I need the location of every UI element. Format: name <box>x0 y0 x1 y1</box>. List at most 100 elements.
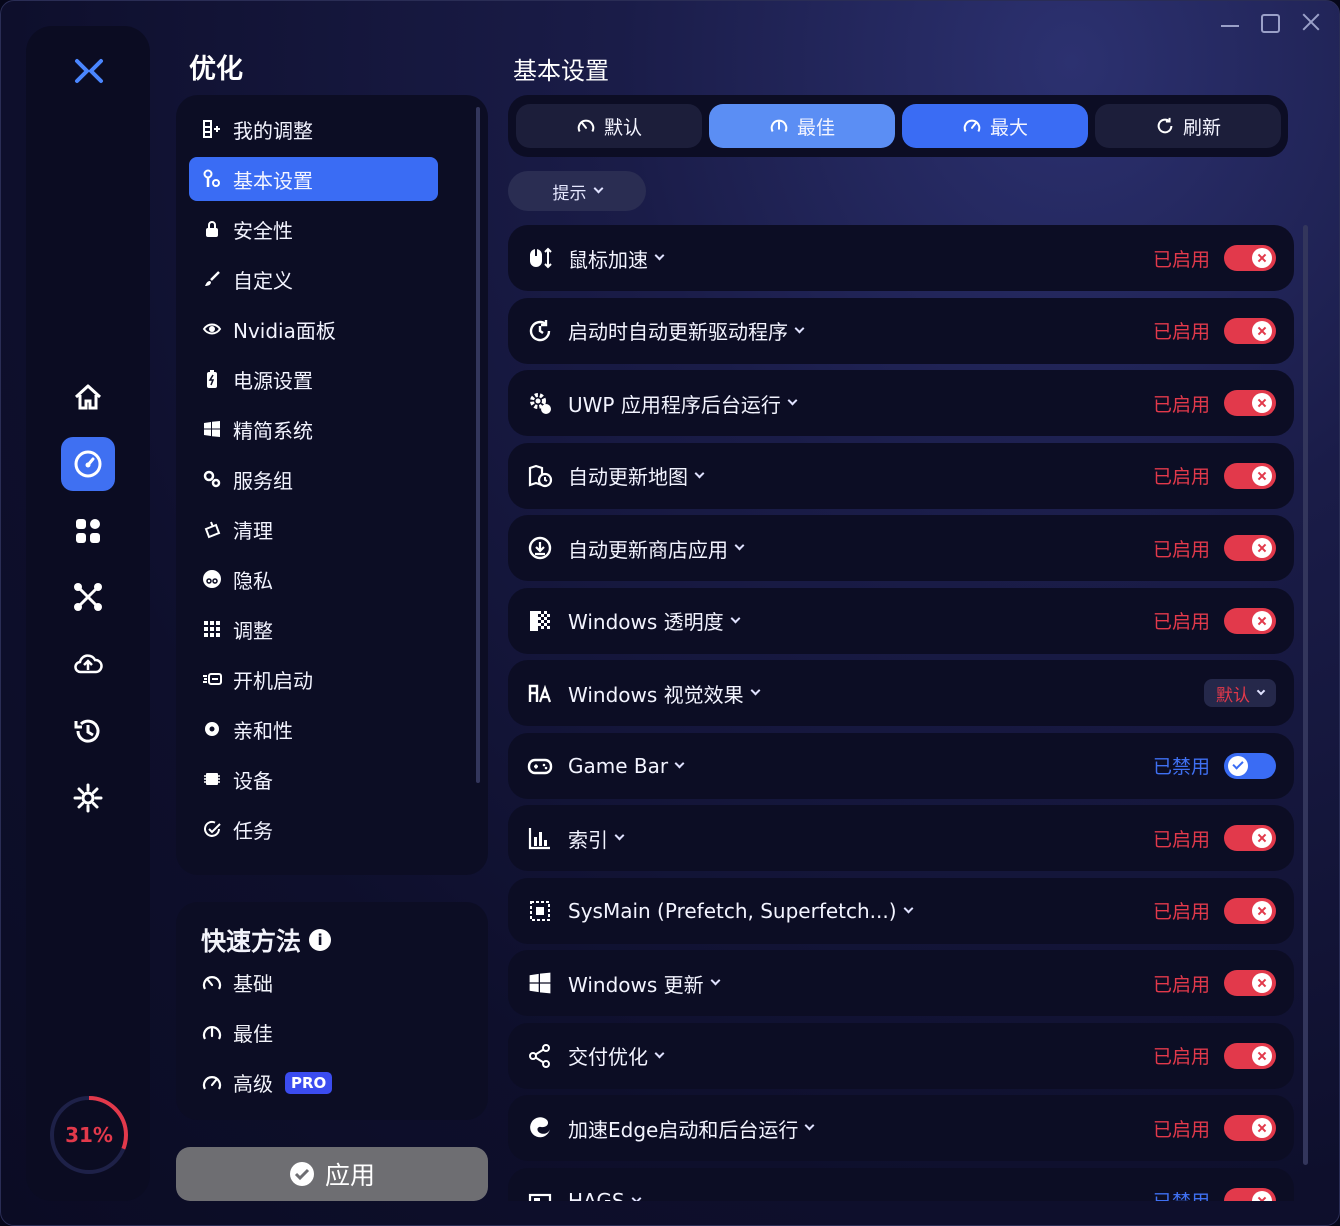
setting-toggle[interactable] <box>1224 897 1276 924</box>
sidebar-item-3[interactable]: 自定义 <box>189 257 438 301</box>
setting-toggle[interactable] <box>1224 462 1276 489</box>
brush-icon <box>201 268 223 290</box>
setting-expander[interactable]: HAGS <box>568 1189 642 1201</box>
gauge-high-icon <box>962 116 990 136</box>
cloud-upload-icon[interactable] <box>61 637 115 691</box>
status-text: 已启用 <box>1152 901 1210 923</box>
sidebar-item-14[interactable]: 任务 <box>189 807 438 851</box>
setting-toggle[interactable] <box>1224 607 1276 634</box>
preset-button-1[interactable]: 最佳 <box>709 104 895 148</box>
sidebar-item-5[interactable]: 电源设置 <box>189 357 438 401</box>
sidebar-item-4[interactable]: Nvidia面板 <box>189 307 438 351</box>
preset-label: 最佳 <box>796 116 835 139</box>
gauge-low-icon <box>576 116 604 136</box>
quick-method-0[interactable]: 基础 <box>201 968 273 997</box>
status-text: 已启用 <box>1152 466 1210 488</box>
minimize-icon[interactable] <box>1219 11 1241 33</box>
speedometer-icon[interactable] <box>61 437 115 491</box>
preset-button-2[interactable]: 最大 <box>902 104 1088 148</box>
close-icon <box>1252 320 1272 341</box>
sidebar-item-6[interactable]: 精简系统 <box>189 407 438 451</box>
setting-label: 自动更新商店应用 <box>568 537 728 562</box>
list-add-icon <box>201 118 223 140</box>
setting-toggle[interactable] <box>1224 1115 1276 1141</box>
setting-toggle[interactable] <box>1224 752 1276 779</box>
maximize-icon[interactable] <box>1259 11 1281 33</box>
setting-toggle[interactable] <box>1224 1187 1276 1201</box>
setting-label: 加速Edge启动和后台运行 <box>568 1117 799 1142</box>
home-icon[interactable] <box>61 370 115 424</box>
sidebar-item-0[interactable]: 我的调整 <box>189 107 438 151</box>
setting-expander[interactable]: 索引 <box>568 824 625 853</box>
settings-gear-icon[interactable] <box>61 771 115 825</box>
setting-expander[interactable]: 交付优化 <box>568 1041 665 1070</box>
settings-scrollbar[interactable] <box>1303 225 1308 1165</box>
setting-expander[interactable]: Windows 视觉效果 <box>568 679 761 708</box>
close-icon <box>1252 1045 1272 1066</box>
setting-toggle[interactable] <box>1224 825 1276 851</box>
task-check-icon <box>201 818 223 840</box>
sidebar-item-8[interactable]: 清理 <box>189 507 438 551</box>
font-effect-icon <box>526 679 554 707</box>
setting-expander[interactable]: Game Bar <box>568 753 685 778</box>
setting-expander[interactable]: 自动更新地图 <box>568 461 705 490</box>
close-icon <box>1252 1118 1272 1138</box>
setting-expander[interactable]: Windows 透明度 <box>568 606 741 635</box>
setting-expander[interactable]: 鼠标加速 <box>568 244 665 273</box>
setting-toggle[interactable] <box>1224 535 1276 561</box>
setting-expander[interactable]: 自动更新商店应用 <box>568 534 745 563</box>
preset-button-3[interactable]: 刷新 <box>1095 104 1281 148</box>
preset-bar: 默认 最佳 最大 刷新 <box>508 95 1288 157</box>
setting-label: Game Bar <box>568 753 669 778</box>
setting-row: 交付优化 已启用 <box>508 1022 1294 1089</box>
apps-grid-icon[interactable] <box>61 504 115 558</box>
battery-icon <box>201 368 223 390</box>
setting-expander[interactable]: Windows 更新 <box>568 969 721 998</box>
hint-button[interactable]: 提示 <box>508 171 646 211</box>
setting-expander[interactable]: 加速Edge启动和后台运行 <box>568 1114 815 1143</box>
setting-row: 自动更新商店应用 已启用 <box>508 515 1294 581</box>
gauge-mid-icon <box>769 116 797 136</box>
setting-expander[interactable]: 启动时自动更新驱动程序 <box>568 316 805 345</box>
sidebar-item-label: 服务组 <box>233 468 293 493</box>
setting-dropdown[interactable]: 默认 <box>1204 679 1276 707</box>
gamepad-icon <box>526 752 554 780</box>
setting-toggle[interactable] <box>1224 317 1276 344</box>
quick-method-label: 高级 <box>233 1072 273 1096</box>
close-icon <box>1252 538 1272 558</box>
sidebar-item-label: 调整 <box>233 618 273 643</box>
history-icon[interactable] <box>61 704 115 758</box>
apply-button[interactable]: 应用 <box>176 1147 488 1201</box>
page-title: 基本设置 <box>513 57 609 85</box>
quick-method-1[interactable]: 最佳 <box>201 1018 273 1047</box>
sidebar-item-10[interactable]: 调整 <box>189 607 438 651</box>
sidebar-item-1[interactable]: 基本设置 <box>189 157 438 201</box>
sidebar-item-11[interactable]: 开机启动 <box>189 657 438 701</box>
sidebar-item-label: 任务 <box>233 818 273 843</box>
network-icon[interactable] <box>61 570 115 624</box>
app-logo-icon <box>75 59 103 83</box>
sidebar-scrollbar[interactable] <box>476 107 480 783</box>
close-icon <box>1252 465 1272 486</box>
setting-toggle[interactable] <box>1224 1042 1276 1069</box>
close-icon <box>1252 393 1272 413</box>
info-icon[interactable]: i <box>309 929 332 951</box>
close-icon <box>1252 900 1272 921</box>
setting-expander[interactable]: UWP 应用程序后台运行 <box>568 389 798 418</box>
sidebar-item-9[interactable]: 隐私 <box>189 557 438 601</box>
preset-button-0[interactable]: 默认 <box>516 104 702 148</box>
close-icon <box>1252 1190 1272 1201</box>
preset-label: 默认 <box>603 116 642 139</box>
sidebar-item-7[interactable]: 服务组 <box>189 457 438 501</box>
setting-toggle[interactable] <box>1224 970 1276 996</box>
sidebar-item-12[interactable]: 亲和性 <box>189 707 438 751</box>
close-icon[interactable] <box>1299 11 1321 33</box>
status-text: 已启用 <box>1152 248 1210 271</box>
sidebar-item-13[interactable]: 设备 <box>189 757 438 801</box>
setting-toggle[interactable] <box>1224 245 1276 271</box>
quick-method-2[interactable]: 高级 PRO <box>201 1068 333 1097</box>
broom-icon <box>201 518 223 540</box>
setting-expander[interactable]: SysMain (Prefetch, Superfetch...) <box>568 899 914 923</box>
setting-toggle[interactable] <box>1224 390 1276 416</box>
sidebar-item-2[interactable]: 安全性 <box>189 207 438 251</box>
